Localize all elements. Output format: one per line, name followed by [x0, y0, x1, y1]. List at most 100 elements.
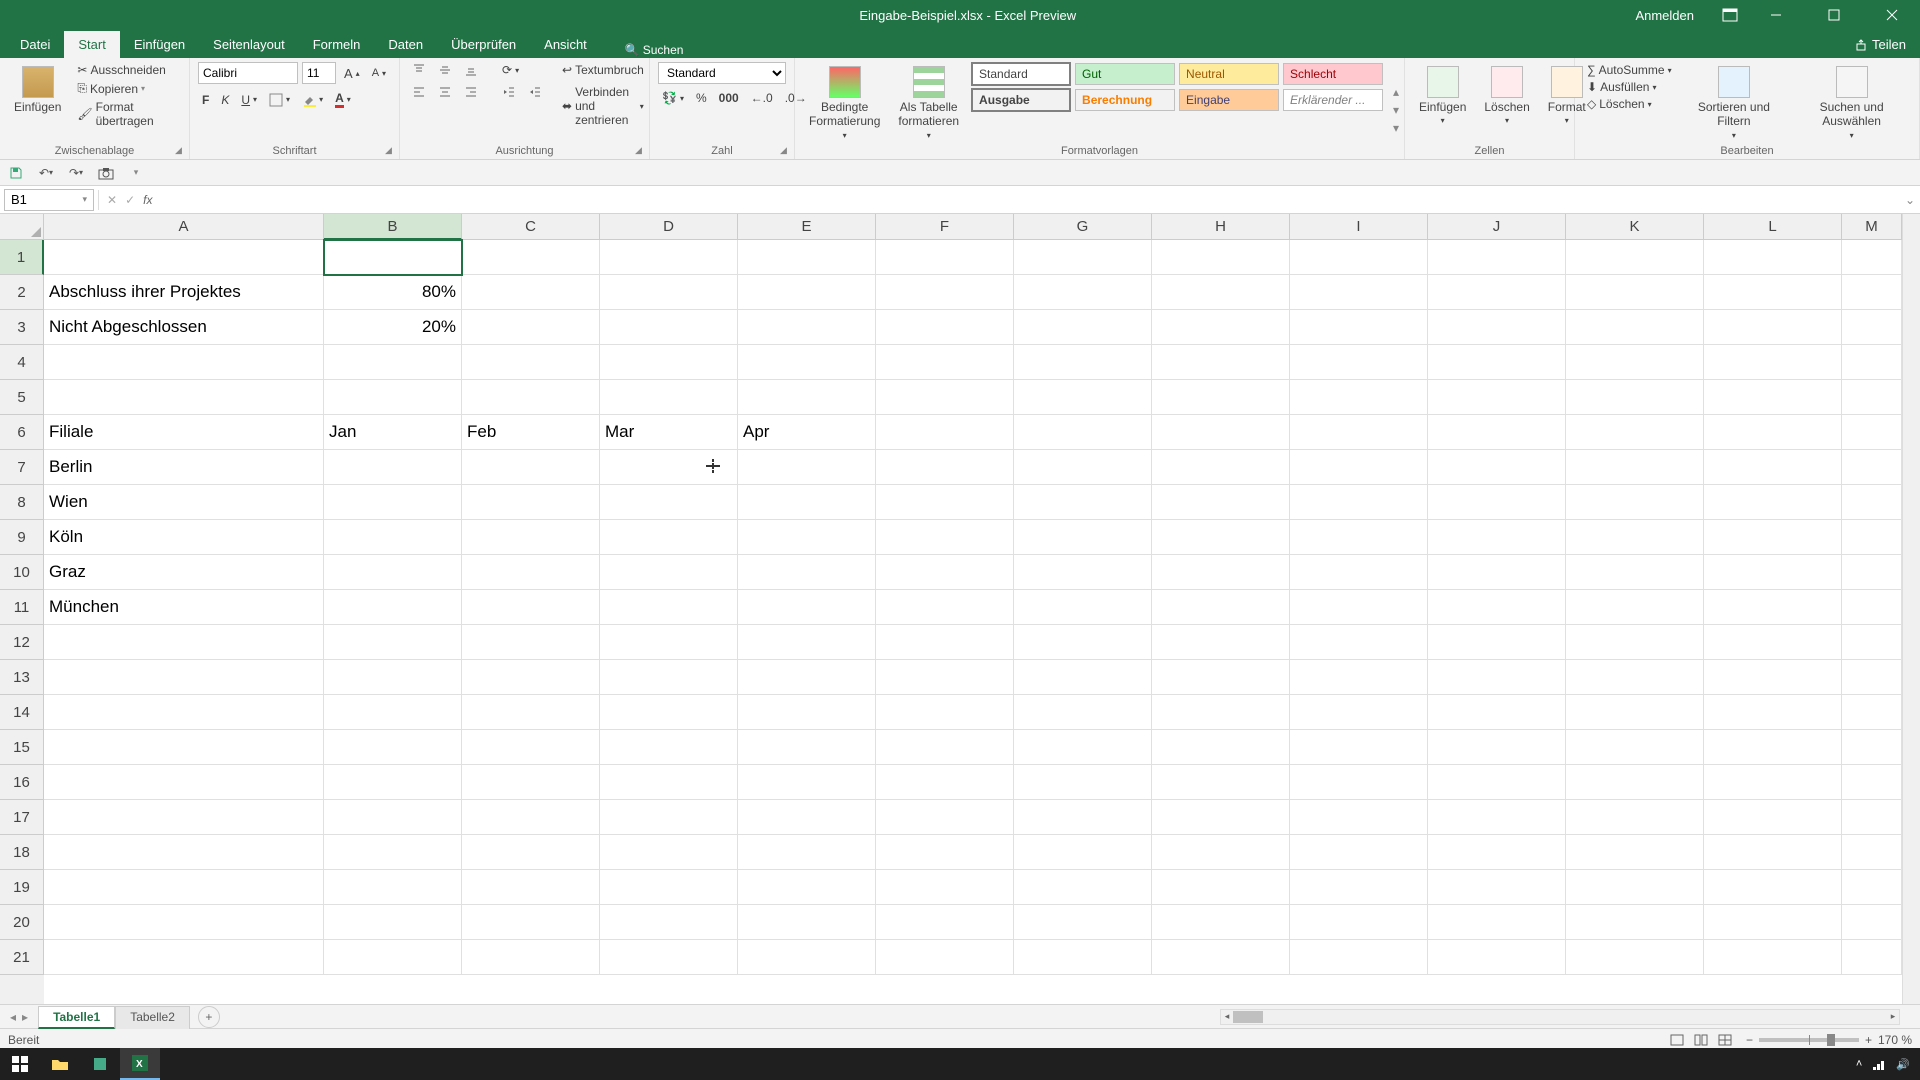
- cell-M6[interactable]: [1842, 415, 1902, 450]
- cell-E16[interactable]: [738, 765, 876, 800]
- cell-K8[interactable]: [1566, 485, 1704, 520]
- minimize-button[interactable]: [1756, 0, 1796, 30]
- cell-L21[interactable]: [1704, 940, 1842, 975]
- cell-E21[interactable]: [738, 940, 876, 975]
- cell-F16[interactable]: [876, 765, 1014, 800]
- style-neutral[interactable]: Neutral: [1179, 63, 1279, 85]
- style-output[interactable]: Ausgabe: [971, 88, 1071, 112]
- cell-B15[interactable]: [324, 730, 462, 765]
- cell-B9[interactable]: [324, 520, 462, 555]
- spreadsheet-grid[interactable]: ABCDEFGHIJKLM 12345678910111213141516171…: [0, 214, 1920, 1004]
- cell-A19[interactable]: [44, 870, 324, 905]
- cell-A3[interactable]: Nicht Abgeschlossen: [44, 310, 324, 345]
- format-painter-button[interactable]: 🖌Format übertragen: [73, 99, 181, 129]
- cell-G2[interactable]: [1014, 275, 1152, 310]
- cell-D10[interactable]: [600, 555, 738, 590]
- cell-A16[interactable]: [44, 765, 324, 800]
- column-header-C[interactable]: C: [462, 214, 600, 240]
- cell-K16[interactable]: [1566, 765, 1704, 800]
- cell-B1[interactable]: [324, 240, 462, 275]
- tab-formeln[interactable]: Formeln: [299, 31, 375, 58]
- cell-J5[interactable]: [1428, 380, 1566, 415]
- cell-F7[interactable]: [876, 450, 1014, 485]
- maximize-button[interactable]: [1814, 0, 1854, 30]
- cell-B16[interactable]: [324, 765, 462, 800]
- cell-J6[interactable]: [1428, 415, 1566, 450]
- cell-M5[interactable]: [1842, 380, 1902, 415]
- cell-M16[interactable]: [1842, 765, 1902, 800]
- cell-I19[interactable]: [1290, 870, 1428, 905]
- cell-B20[interactable]: [324, 905, 462, 940]
- cell-B13[interactable]: [324, 660, 462, 695]
- cell-J18[interactable]: [1428, 835, 1566, 870]
- row-header-14[interactable]: 14: [0, 695, 44, 730]
- increase-indent-button[interactable]: [524, 84, 546, 100]
- cell-G3[interactable]: [1014, 310, 1152, 345]
- accounting-format-button[interactable]: 💱▾: [658, 90, 688, 106]
- cell-L9[interactable]: [1704, 520, 1842, 555]
- taskbar-explorer[interactable]: [40, 1048, 80, 1080]
- cell-E7[interactable]: [738, 450, 876, 485]
- cell-K17[interactable]: [1566, 800, 1704, 835]
- cell-C11[interactable]: [462, 590, 600, 625]
- cell-J1[interactable]: [1428, 240, 1566, 275]
- cell-L4[interactable]: [1704, 345, 1842, 380]
- cell-L14[interactable]: [1704, 695, 1842, 730]
- cell-I17[interactable]: [1290, 800, 1428, 835]
- cell-G8[interactable]: [1014, 485, 1152, 520]
- cell-E17[interactable]: [738, 800, 876, 835]
- tab-seitenlayout[interactable]: Seitenlayout: [199, 31, 299, 58]
- cell-K2[interactable]: [1566, 275, 1704, 310]
- cell-E2[interactable]: [738, 275, 876, 310]
- cell-G4[interactable]: [1014, 345, 1152, 380]
- cell-G1[interactable]: [1014, 240, 1152, 275]
- cell-D18[interactable]: [600, 835, 738, 870]
- sheet-nav-prev[interactable]: ▸: [22, 1010, 28, 1024]
- cell-F11[interactable]: [876, 590, 1014, 625]
- underline-button[interactable]: U▾: [237, 92, 261, 108]
- cell-F10[interactable]: [876, 555, 1014, 590]
- cell-L13[interactable]: [1704, 660, 1842, 695]
- cell-M17[interactable]: [1842, 800, 1902, 835]
- cell-G15[interactable]: [1014, 730, 1152, 765]
- cell-C9[interactable]: [462, 520, 600, 555]
- cell-A9[interactable]: Köln: [44, 520, 324, 555]
- cell-K7[interactable]: [1566, 450, 1704, 485]
- cell-E13[interactable]: [738, 660, 876, 695]
- cell-D14[interactable]: [600, 695, 738, 730]
- cell-H6[interactable]: [1152, 415, 1290, 450]
- cell-F13[interactable]: [876, 660, 1014, 695]
- cell-G12[interactable]: [1014, 625, 1152, 660]
- cell-B21[interactable]: [324, 940, 462, 975]
- cell-B17[interactable]: [324, 800, 462, 835]
- cell-C15[interactable]: [462, 730, 600, 765]
- row-header-18[interactable]: 18: [0, 835, 44, 870]
- styles-more[interactable]: ▾: [1389, 120, 1403, 136]
- row-header-13[interactable]: 13: [0, 660, 44, 695]
- cell-C17[interactable]: [462, 800, 600, 835]
- cell-C5[interactable]: [462, 380, 600, 415]
- cell-E5[interactable]: [738, 380, 876, 415]
- cell-F14[interactable]: [876, 695, 1014, 730]
- add-sheet-button[interactable]: +: [198, 1006, 220, 1028]
- cell-J20[interactable]: [1428, 905, 1566, 940]
- cell-I12[interactable]: [1290, 625, 1428, 660]
- cell-H3[interactable]: [1152, 310, 1290, 345]
- cell-H19[interactable]: [1152, 870, 1290, 905]
- cell-E1[interactable]: [738, 240, 876, 275]
- cell-G13[interactable]: [1014, 660, 1152, 695]
- cell-K14[interactable]: [1566, 695, 1704, 730]
- cell-C4[interactable]: [462, 345, 600, 380]
- cell-H21[interactable]: [1152, 940, 1290, 975]
- sheet-tab-tabelle2[interactable]: Tabelle2: [115, 1006, 190, 1029]
- cell-A12[interactable]: [44, 625, 324, 660]
- cell-E3[interactable]: [738, 310, 876, 345]
- cell-L19[interactable]: [1704, 870, 1842, 905]
- cell-K11[interactable]: [1566, 590, 1704, 625]
- cell-C18[interactable]: [462, 835, 600, 870]
- cell-B10[interactable]: [324, 555, 462, 590]
- cell-A8[interactable]: Wien: [44, 485, 324, 520]
- cell-D4[interactable]: [600, 345, 738, 380]
- cell-D8[interactable]: [600, 485, 738, 520]
- enter-formula-button[interactable]: ✓: [125, 193, 135, 207]
